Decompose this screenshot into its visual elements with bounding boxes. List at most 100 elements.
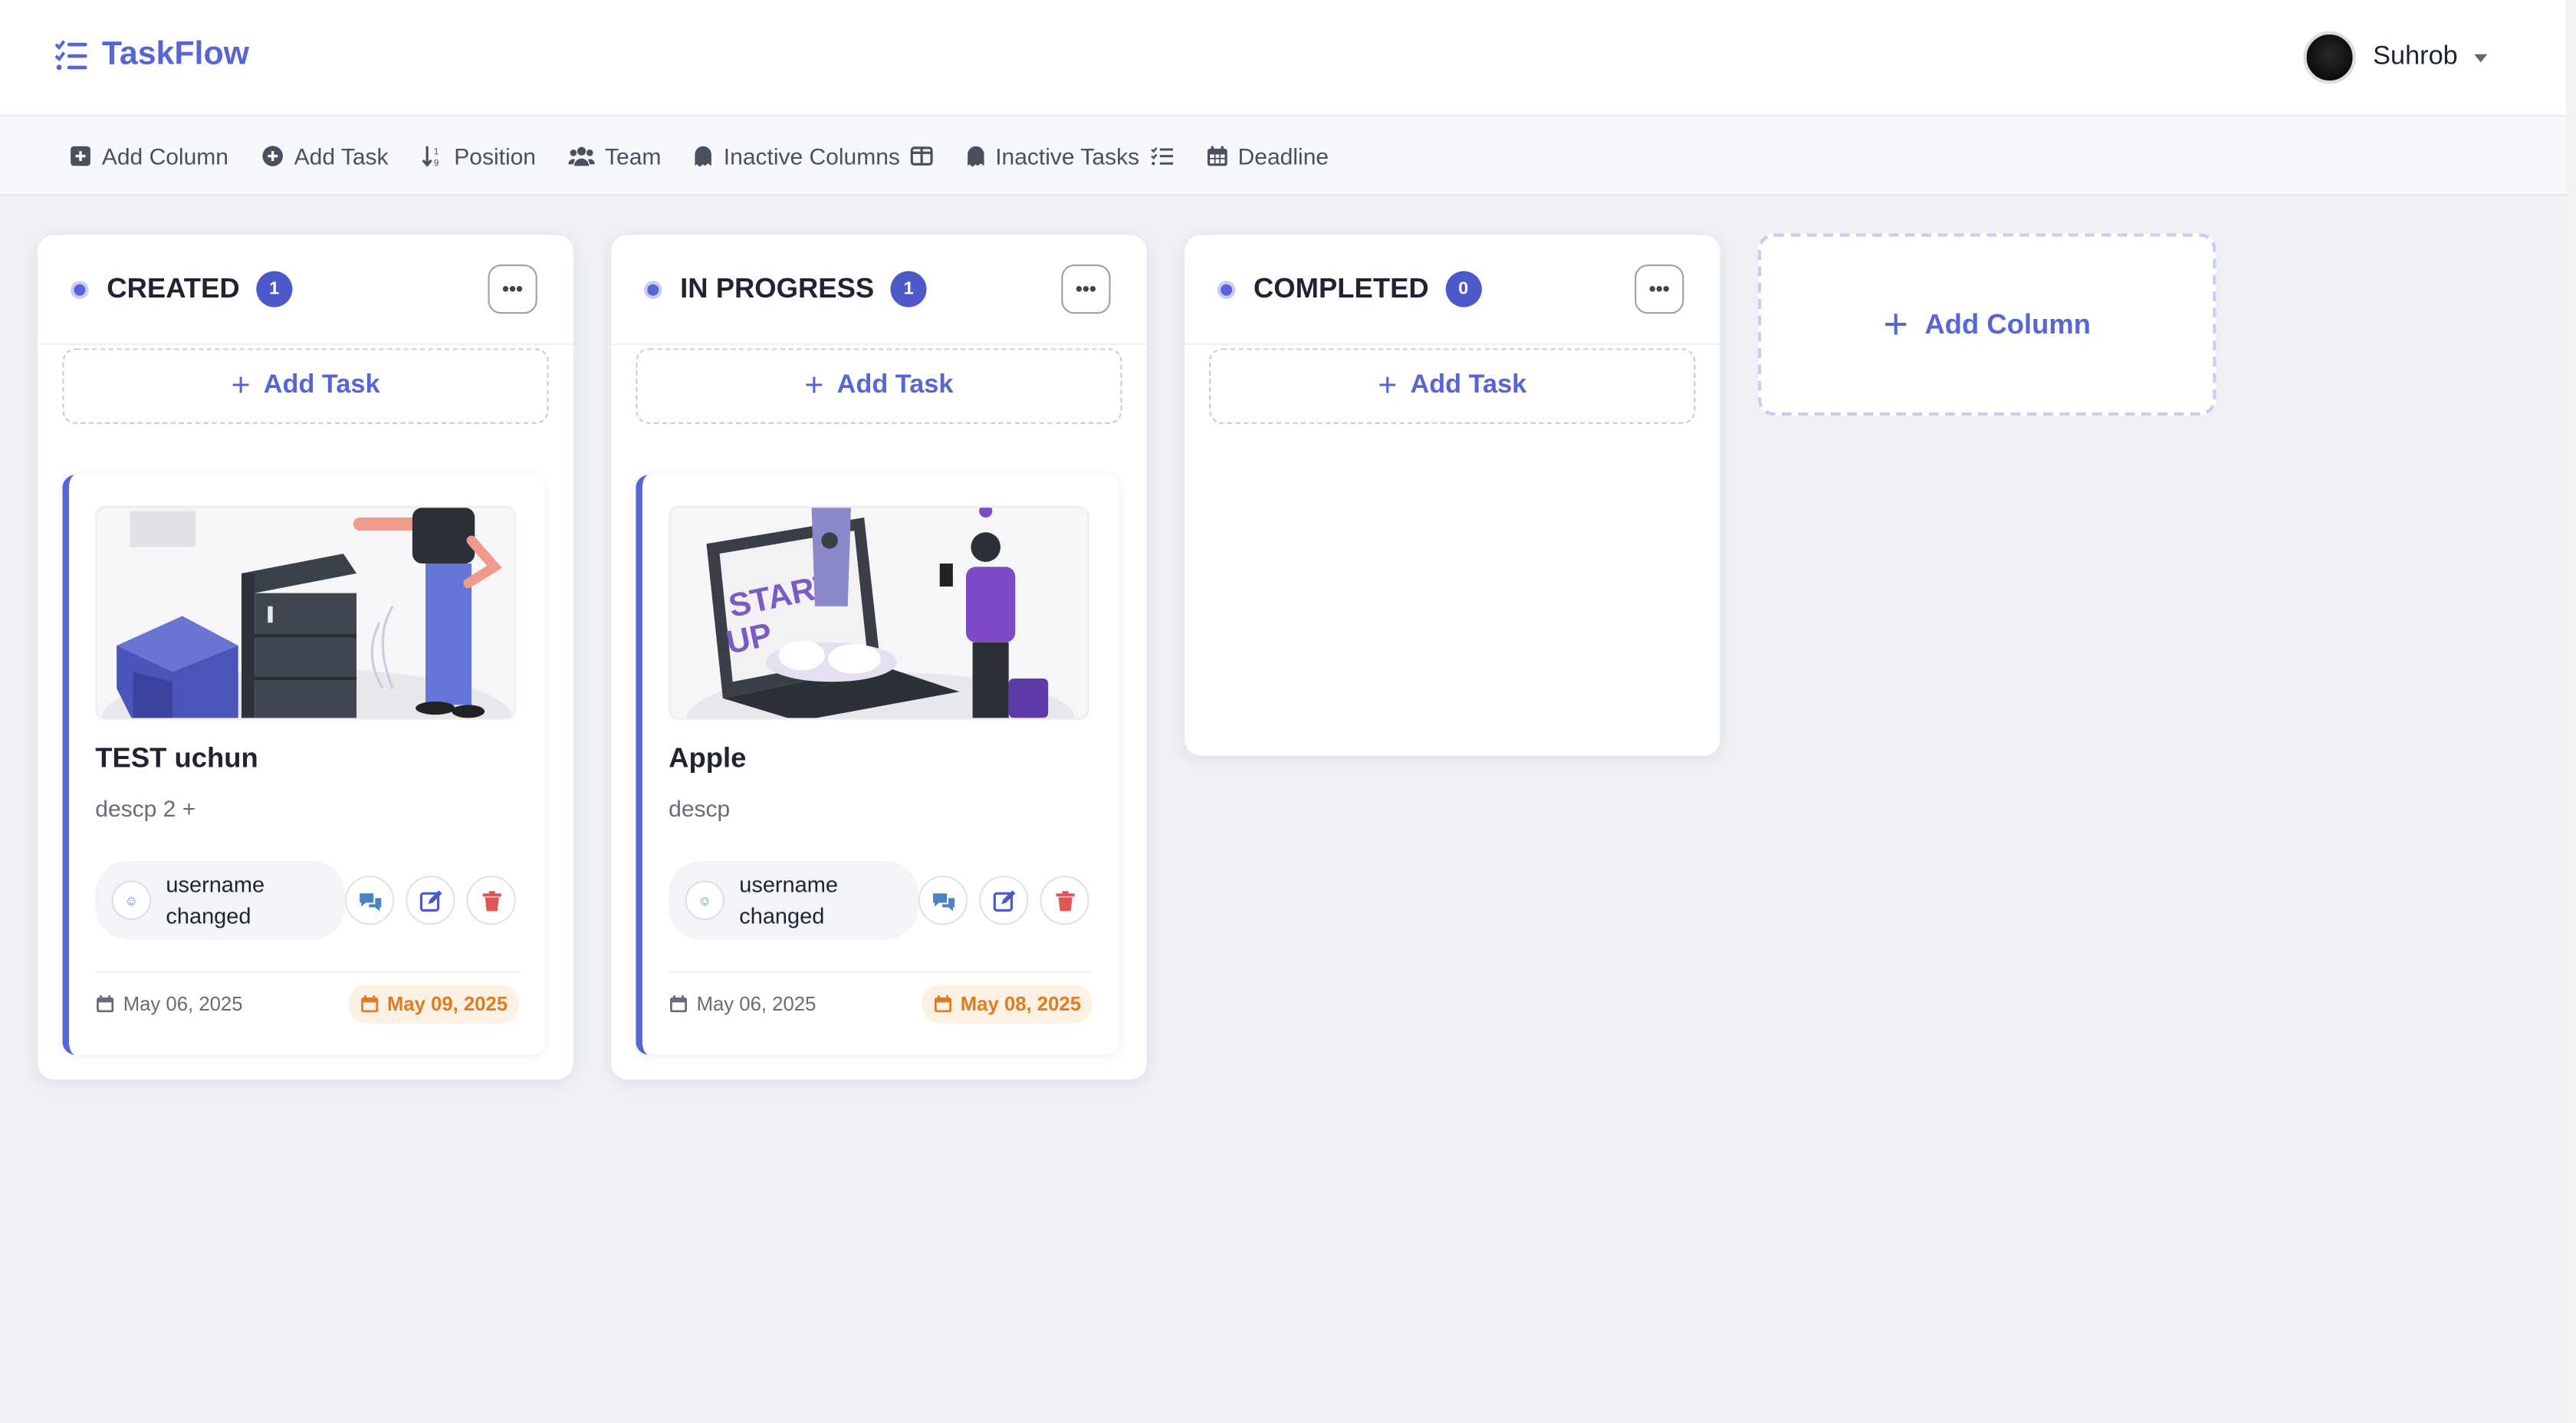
column-title: CREATED [107,272,240,304]
team-label: Team [605,142,662,169]
top-navbar: TaskFlow Suhrob [0,0,2567,117]
created-date-text: May 06, 2025 [123,992,243,1016]
task-card[interactable]: TEST uchun descp 2 + ☺ username changed … [62,475,546,1055]
column-header: COMPLETED 0 ••• [1184,235,1720,345]
task-image [95,506,516,720]
position-label: Position [454,142,537,169]
position-button[interactable]: 19 Position [421,142,537,169]
calendar-icon [934,995,951,1013]
column-header: IN PROGRESS 1 ••• [611,235,1147,345]
add-column-label: Add Column [101,142,228,169]
calendar-icon [97,995,114,1013]
deadline-date-text: May 09, 2025 [386,992,508,1016]
task-list-icon [54,39,87,70]
delete-button[interactable] [1040,876,1089,925]
inactive-columns-button[interactable]: Inactive Columns [694,142,933,169]
avatar [2304,31,2357,84]
comments-button[interactable] [918,876,968,925]
delete-button[interactable] [466,876,516,925]
plus-icon: + [804,366,824,404]
column-title: COMPLETED [1254,272,1429,304]
column-created: CREATED 1 ••• + Add Task TEST uchun desc… [38,235,573,1080]
column-in-progress: IN PROGRESS 1 ••• + Add Task START UP Ap… [611,235,1147,1080]
column-count-badge: 1 [256,271,293,307]
column-more-button[interactable]: ••• [1635,265,1684,314]
column-count-badge: 0 [1445,271,1482,307]
comments-icon [359,892,381,911]
users-icon [568,146,596,166]
column-status-dot [644,280,662,298]
team-button[interactable]: Team [568,142,662,169]
add-task-button[interactable]: + Add Task [62,348,549,424]
plus-circle-icon [262,145,284,166]
deadline-button[interactable]: Deadline [1205,142,1329,169]
task-card[interactable]: START UP Apple descp ☺ username changed … [636,475,1119,1055]
column-title: IN PROGRESS [680,272,875,304]
add-task-label: Add Task [294,142,389,169]
ghost-icon [695,145,712,166]
assignee-chip[interactable]: ☺ username changed [669,860,918,940]
inactive-columns-label: Inactive Columns [723,142,900,169]
user-name: Suhrob [2373,42,2458,71]
divider [669,971,1092,973]
column-count-badge: 1 [890,271,927,307]
column-header: CREATED 1 ••• [38,235,573,345]
task-list-icon [1150,146,1172,165]
assignee-name: username changed [166,872,265,928]
add-column-card[interactable]: + Add Column [1757,233,2216,416]
add-task-label: Add Task [836,371,954,399]
add-column-button[interactable]: Add Column [69,142,228,169]
add-column-card-label: Add Column [1924,307,2091,340]
deadline-date-text: May 08, 2025 [960,992,1081,1016]
column-more-button[interactable]: ••• [1061,265,1111,314]
trash-icon [481,890,501,911]
edit-button[interactable] [406,876,455,925]
divider [95,971,520,973]
column-status-dot [1217,280,1236,298]
task-description: descp 2 + [95,795,196,822]
trash-icon [1055,890,1074,911]
ghost-icon [967,145,984,166]
add-task-button[interactable]: + Add Task [1209,348,1696,424]
toolbar: Add Column Add Task 19 Position Team Ina… [0,117,2567,196]
edit-button[interactable] [979,876,1029,925]
column-completed: COMPLETED 0 ••• + Add Task [1184,235,1720,756]
comments-icon [932,892,955,911]
column-more-button[interactable]: ••• [488,265,537,314]
add-task-button[interactable]: + Add Task [636,348,1122,424]
edit-icon [992,889,1015,911]
brand-logo[interactable]: TaskFlow [53,36,249,74]
calendar-icon [669,995,688,1013]
calendar-icon [1206,145,1227,166]
add-task-label: Add Task [1410,371,1527,399]
column-status-dot [71,280,89,298]
add-task-button[interactable]: Add Task [261,142,389,169]
assignee-chip[interactable]: ☺ username changed [95,860,346,940]
task-image: START UP [669,506,1089,720]
task-description: descp [669,795,731,822]
plus-icon: + [1378,366,1398,404]
svg-text:9: 9 [435,157,440,166]
deadline-badge: May 09, 2025 [347,984,520,1024]
sort-icon: 19 [422,145,440,167]
task-title: TEST uchun [95,742,258,774]
task-title: Apple [669,742,747,774]
chevron-down-icon [2474,53,2488,62]
add-task-label: Add Task [263,371,380,399]
inactive-tasks-label: Inactive Tasks [995,142,1140,169]
avatar: ☺ [685,880,724,920]
created-date: May 06, 2025 [669,992,816,1015]
plus-icon: + [1883,299,1909,349]
plus-square-icon [71,145,90,166]
created-date-text: May 06, 2025 [696,992,816,1016]
comments-button[interactable] [345,876,395,925]
user-menu[interactable]: Suhrob [2304,31,2488,84]
deadline-label: Deadline [1237,142,1329,169]
created-date: May 06, 2025 [95,992,243,1016]
svg-text:1: 1 [435,146,440,156]
assignee-name: username changed [739,872,838,928]
inactive-tasks-button[interactable]: Inactive Tasks [966,142,1172,169]
edit-icon [419,889,442,911]
avatar: ☺ [111,880,152,920]
scrollbar[interactable] [2566,0,2576,1423]
